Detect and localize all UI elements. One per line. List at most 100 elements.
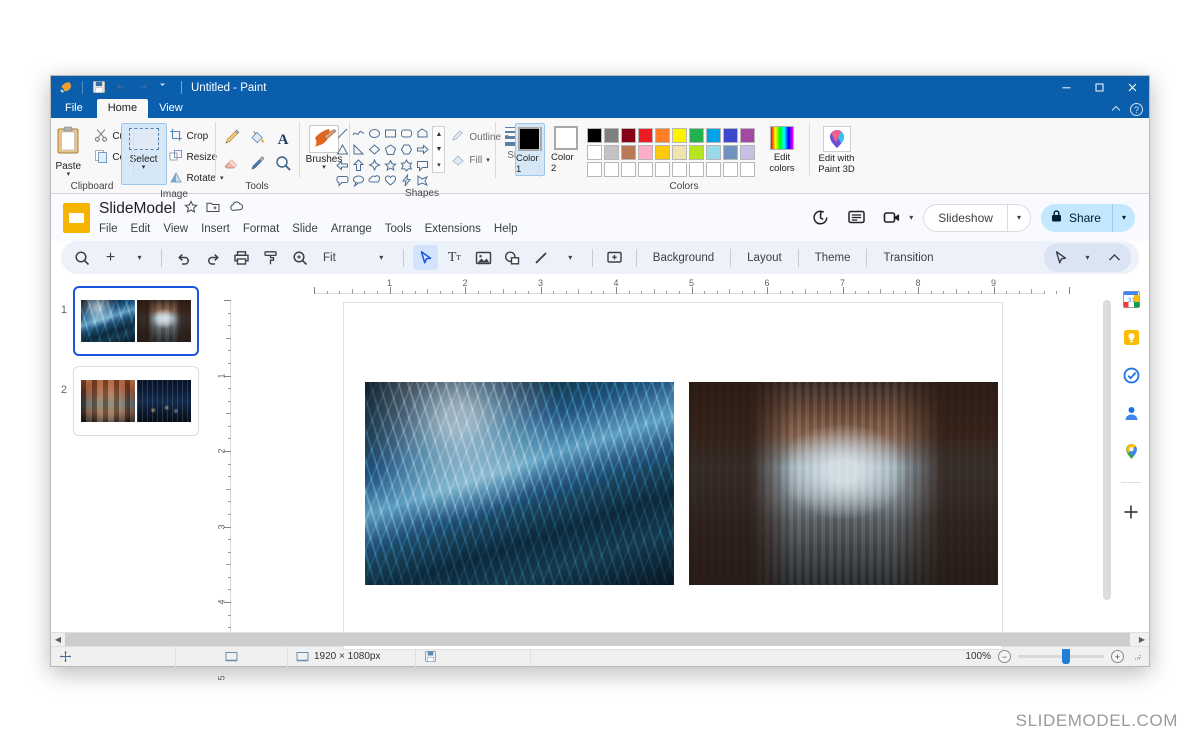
share-caret-icon[interactable]: ▾ — [1113, 213, 1135, 222]
add-on-icon[interactable] — [1120, 501, 1142, 523]
undo-icon[interactable] — [114, 80, 129, 95]
theme-button[interactable]: Theme — [808, 245, 858, 270]
shape-polygon-icon[interactable] — [415, 126, 430, 141]
palette-swatch-2-7[interactable] — [706, 162, 721, 177]
palette-swatch-0-2[interactable] — [621, 128, 636, 143]
slideshow-button[interactable]: Slideshow ▾ — [923, 203, 1031, 232]
palette-swatch-1-2[interactable] — [621, 145, 636, 160]
color-2-button[interactable]: Color 2 — [551, 123, 581, 174]
meet-caret-icon[interactable]: ▾ — [909, 213, 913, 222]
menu-item-insert[interactable]: Insert — [201, 223, 230, 235]
palette-swatch-1-9[interactable] — [740, 145, 755, 160]
calendar-icon[interactable]: 31 — [1120, 288, 1142, 310]
insert-image-button[interactable] — [471, 245, 496, 270]
maximize-button[interactable] — [1083, 76, 1116, 99]
menu-item-arrange[interactable]: Arrange — [331, 223, 372, 235]
shape-cloud-callout-icon[interactable] — [367, 174, 382, 187]
select-button[interactable]: Select ▾ — [120, 123, 167, 185]
palette-swatch-0-9[interactable] — [740, 128, 755, 143]
palette-swatch-1-3[interactable] — [638, 145, 653, 160]
current-slide[interactable] — [343, 302, 1003, 650]
slide-image-skyscraper[interactable] — [365, 382, 674, 585]
move-to-folder-icon[interactable] — [206, 200, 221, 219]
shape-lightning-icon[interactable] — [399, 174, 414, 187]
version-history-icon[interactable] — [807, 205, 833, 231]
hscroll-thumb[interactable] — [65, 633, 1130, 646]
new-slide-button[interactable]: + — [98, 245, 123, 270]
hscroll-right-arrow[interactable]: ▶ — [1135, 635, 1149, 644]
palette-swatch-0-7[interactable] — [706, 128, 721, 143]
slide-thumbnail-2[interactable] — [73, 366, 199, 436]
layout-button[interactable]: Layout — [740, 245, 789, 270]
palette-swatch-1-7[interactable] — [706, 145, 721, 160]
transition-button[interactable]: Transition — [876, 245, 940, 270]
tasks-icon[interactable] — [1120, 364, 1142, 386]
palette-swatch-0-0[interactable] — [587, 128, 602, 143]
zoom-in-button[interactable]: + — [1111, 650, 1124, 663]
shape-diamond-icon[interactable] — [367, 142, 382, 157]
close-button[interactable] — [1116, 76, 1149, 99]
palette-swatch-1-4[interactable] — [655, 145, 670, 160]
shape-rounded-rect-icon[interactable] — [399, 126, 414, 141]
star-icon[interactable] — [183, 199, 198, 219]
shape-hexagon-icon[interactable] — [399, 142, 414, 157]
shape-right-triangle-icon[interactable] — [351, 142, 366, 157]
canvas-vertical-scrollbar[interactable] — [1101, 296, 1113, 632]
shape-arrow-icon[interactable] — [415, 174, 430, 187]
select-tool-button[interactable] — [412, 245, 438, 270]
customize-qat-caret[interactable] — [158, 80, 167, 95]
palette-swatch-2-3[interactable] — [638, 162, 653, 177]
shapes-scroll-controls[interactable]: ▲ ▼ ▾ — [432, 126, 446, 173]
palette-swatch-2-8[interactable] — [723, 162, 738, 177]
maps-icon[interactable] — [1120, 440, 1142, 462]
slide-thumbnail-1[interactable] — [73, 286, 199, 356]
zoom-slider[interactable] — [1018, 649, 1104, 664]
share-button[interactable]: Share ▾ — [1040, 203, 1135, 232]
shape-heart-icon[interactable] — [383, 174, 398, 187]
palette-swatch-1-1[interactable] — [604, 145, 619, 160]
brushes-caret[interactable]: ▾ — [322, 164, 326, 171]
add-comment-button[interactable] — [602, 245, 627, 270]
palette-swatch-2-5[interactable] — [672, 162, 687, 177]
shape-rounded-callout-icon[interactable] — [335, 174, 350, 187]
redo-button[interactable] — [200, 245, 225, 270]
color-1-button[interactable]: Color 1 — [515, 123, 545, 176]
meet-camera-icon[interactable] — [879, 205, 905, 231]
palette-swatch-1-6[interactable] — [689, 145, 704, 160]
shape-up-arrow-icon[interactable] — [351, 158, 366, 173]
palette-swatch-2-6[interactable] — [689, 162, 704, 177]
shape-oval-callout-icon[interactable] — [351, 174, 366, 187]
menu-item-edit[interactable]: Edit — [131, 223, 151, 235]
new-slide-caret-icon[interactable]: ▾ — [127, 245, 152, 270]
shape-line-icon[interactable] — [335, 126, 350, 141]
hscroll-left-arrow[interactable]: ◀ — [51, 635, 65, 644]
menu-item-view[interactable]: View — [163, 223, 188, 235]
paint3d-button[interactable]: Edit with Paint 3D — [809, 123, 857, 175]
palette-swatch-0-8[interactable] — [723, 128, 738, 143]
fit-caret-icon[interactable]: ▾ — [369, 245, 394, 270]
print-button[interactable] — [229, 245, 254, 270]
shape-left-arrow-icon[interactable] — [335, 158, 350, 173]
slide-image-street[interactable] — [689, 382, 998, 585]
menu-item-slide[interactable]: Slide — [292, 223, 318, 235]
minimize-button[interactable] — [1050, 76, 1083, 99]
redo-icon[interactable] — [136, 80, 151, 95]
save-icon[interactable] — [92, 80, 107, 95]
menu-item-format[interactable]: Format — [243, 223, 279, 235]
mode-cursor-icon[interactable] — [1048, 245, 1073, 270]
comment-icon[interactable] — [843, 205, 869, 231]
color-picker-tool[interactable] — [245, 154, 269, 178]
textbox-button[interactable]: Tт — [442, 245, 467, 270]
shapes-scroll-down[interactable]: ▼ — [433, 142, 444, 157]
paste-button[interactable]: Paste ▾ — [44, 123, 92, 178]
magnifier-tool[interactable] — [271, 154, 295, 178]
collapse-toolbar-icon[interactable] — [1102, 245, 1127, 270]
shape-rectangle-icon[interactable] — [383, 126, 398, 141]
shape-triangle-icon[interactable] — [335, 142, 350, 157]
hscroll-track[interactable] — [65, 633, 1135, 646]
cloud-saved-icon[interactable] — [229, 200, 245, 219]
undo-button[interactable] — [171, 245, 196, 270]
zoom-out-button[interactable]: − — [998, 650, 1011, 663]
background-button[interactable]: Background — [646, 245, 721, 270]
eraser-tool[interactable] — [219, 154, 243, 178]
